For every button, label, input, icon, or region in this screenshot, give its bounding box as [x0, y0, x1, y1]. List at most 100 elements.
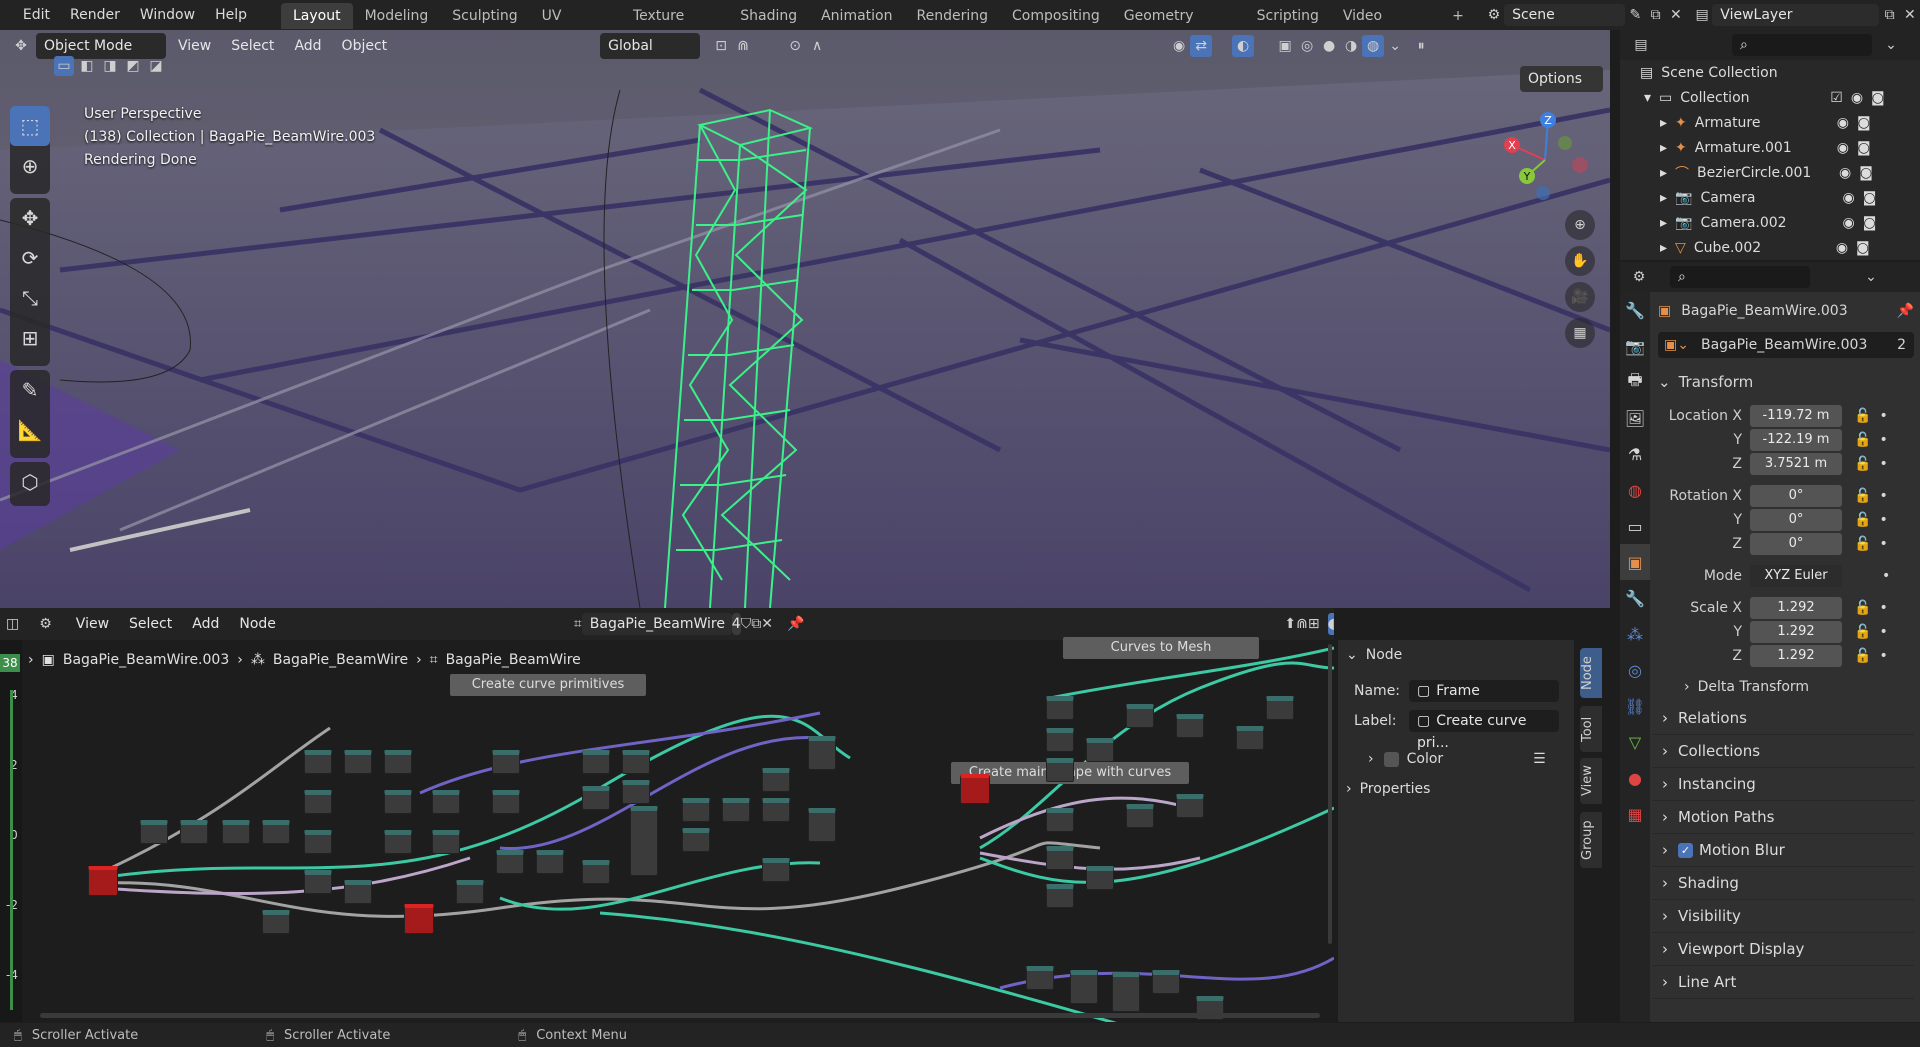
physics-tab-icon[interactable]: ◎ [1620, 652, 1650, 688]
snap-icon[interactable]: ⋒ [732, 35, 754, 57]
eye-icon[interactable]: ◉ [1839, 165, 1851, 181]
graph-node[interactable] [1046, 846, 1074, 870]
tab-uv-editing[interactable]: UV Editing [530, 3, 621, 50]
ortho-grid-icon[interactable]: ▦ [1565, 318, 1595, 348]
tab-tool[interactable]: Tool [1580, 706, 1602, 752]
3d-viewport[interactable]: ✥ Object Mode View Select Add Object Glo… [0, 30, 1610, 608]
delete-scene-icon[interactable]: ✕ [1666, 4, 1686, 26]
pin-icon[interactable]: ✎ [1625, 4, 1645, 26]
graph-node[interactable] [384, 750, 412, 774]
tab-video-editing[interactable]: Video Editing [1331, 3, 1440, 50]
graph-node[interactable] [140, 820, 168, 844]
keyframe-dot-icon[interactable]: • [1879, 408, 1887, 424]
outliner-type-icon[interactable]: ▤ [1630, 34, 1652, 56]
new-scene-icon[interactable]: ⧉ [1645, 4, 1665, 26]
graph-node[interactable] [1046, 758, 1074, 782]
rotation-y-field[interactable]: 0° [1750, 509, 1842, 531]
graph-node[interactable] [536, 850, 564, 874]
graph-node[interactable] [622, 780, 650, 804]
viewlayer-field[interactable]: ViewLayer [1712, 4, 1880, 26]
graph-node[interactable] [432, 790, 460, 814]
section-collections[interactable]: › Collections [1652, 735, 1914, 768]
graph-node[interactable] [1026, 966, 1054, 990]
node-panel-header[interactable]: ⌄ Node [1338, 640, 1574, 670]
keyframe-dot-icon[interactable]: • [1879, 536, 1887, 552]
graph-node[interactable] [582, 750, 610, 774]
exclude-checkbox[interactable]: ☑ [1830, 90, 1843, 106]
graph-node[interactable] [262, 910, 290, 934]
select-new-icon[interactable]: ▭ [54, 56, 74, 76]
section-motion-paths[interactable]: › Motion Paths [1652, 801, 1914, 834]
camera-render-icon[interactable]: ◙ [1857, 115, 1871, 131]
overlay-toggle-icon[interactable]: ◐ [1232, 35, 1255, 57]
viewport-menu-select[interactable]: Select [223, 33, 282, 59]
graph-node[interactable] [1126, 704, 1154, 728]
group-node[interactable] [88, 866, 118, 896]
color-checkbox[interactable] [1383, 751, 1399, 767]
lock-icon[interactable]: 🔓 [1854, 432, 1871, 448]
node-editor[interactable]: ◫ ⚙ View Select Add Node ⌗ BagaPie_BeamW… [0, 608, 1334, 1022]
select-subtract-icon[interactable]: ◨ [100, 56, 120, 76]
menu-render[interactable]: Render [60, 0, 130, 30]
lock-icon[interactable]: 🔓 [1854, 624, 1871, 640]
lock-icon[interactable]: 🔓 [1854, 536, 1871, 552]
motion-blur-checkbox[interactable]: ✓ [1678, 842, 1693, 858]
lock-icon[interactable]: 🔓 [1854, 488, 1871, 504]
lock-icon[interactable]: 🔓 [1854, 456, 1871, 472]
group-node[interactable] [404, 904, 434, 934]
node-name-field[interactable]: ▢ Frame [1409, 680, 1559, 702]
outliner-collection[interactable]: ▾ ▭ Collection ☑ ◉ ◙ [1620, 85, 1920, 110]
material-tab-icon[interactable]: ● [1620, 760, 1650, 796]
location-y-field[interactable]: -122.19 m [1750, 429, 1842, 451]
lock-icon[interactable]: 🔓 [1854, 408, 1871, 424]
object-data-field[interactable]: ▣⌄ BagaPie_BeamWire.003 2 [1658, 332, 1914, 358]
horizontal-scrollbar[interactable] [40, 1013, 1320, 1018]
scene-field[interactable]: Scene [1504, 4, 1626, 26]
tab-sculpting[interactable]: Sculpting [440, 3, 529, 29]
measure-tool-icon[interactable]: 📐 [10, 410, 50, 450]
visibility-icon[interactable]: ◉ [1168, 35, 1190, 57]
graph-node[interactable] [456, 880, 484, 904]
tab-shading[interactable]: Shading [728, 3, 809, 29]
filter-icon[interactable]: ⌄ [1880, 34, 1902, 56]
graph-node[interactable] [344, 750, 372, 774]
scale-z-field[interactable]: 1.292 [1750, 645, 1842, 667]
outliner-item[interactable]: ▸ 📷 Camera ◉ ◙ [1620, 185, 1920, 210]
section-relations[interactable]: › Relations [1652, 702, 1914, 735]
camera-render-icon[interactable]: ◙ [1856, 240, 1870, 256]
graph-node[interactable] [762, 858, 790, 882]
select-box-tool-icon[interactable]: ⬚ [10, 106, 50, 146]
blender-logo-icon[interactable] [0, 4, 13, 26]
proportional-edit-icon[interactable]: ⊙ [784, 35, 806, 57]
location-x-field[interactable]: -119.72 m [1750, 405, 1842, 427]
camera-render-icon[interactable]: ◙ [1863, 190, 1877, 206]
keyframe-dot-icon[interactable]: • [1879, 432, 1887, 448]
graph-node[interactable] [762, 798, 790, 822]
graph-node[interactable] [808, 808, 836, 842]
tab-texture-paint[interactable]: Texture Paint [621, 3, 728, 50]
keyframe-dot-icon[interactable]: • [1882, 568, 1890, 584]
graph-node[interactable] [1046, 884, 1074, 908]
view-layer-tab-icon[interactable]: 🖼 [1620, 400, 1650, 436]
object-tab-icon[interactable]: ▣ [1620, 544, 1650, 580]
frame-label-curve-primitives[interactable]: Create curve primitives [450, 674, 646, 696]
location-z-field[interactable]: 3.7521 m [1750, 453, 1842, 475]
pan-hand-icon[interactable]: ✋ [1565, 246, 1595, 276]
graph-node[interactable] [722, 798, 750, 822]
eye-icon[interactable]: ◉ [1842, 190, 1854, 206]
viewport-menu-add[interactable]: Add [286, 33, 329, 59]
tab-view[interactable]: View [1580, 758, 1602, 804]
camera-render-icon[interactable]: ◙ [1863, 215, 1877, 231]
falloff-icon[interactable]: ∧ [806, 35, 828, 57]
graph-node[interactable] [1126, 804, 1154, 828]
scale-y-field[interactable]: 1.292 [1750, 621, 1842, 643]
graph-node[interactable] [762, 768, 790, 792]
keyframe-dot-icon[interactable]: • [1879, 648, 1887, 664]
world-tab-icon[interactable]: ◍ [1620, 472, 1650, 508]
section-line-art[interactable]: › Line Art [1652, 966, 1914, 999]
select-intersect-icon[interactable]: ◪ [146, 56, 166, 76]
graph-node[interactable] [432, 830, 460, 854]
pause-render-icon[interactable]: ⏸ [1410, 35, 1432, 57]
render-tab-icon[interactable]: 📷 [1620, 328, 1650, 364]
graph-node[interactable] [1176, 794, 1204, 818]
